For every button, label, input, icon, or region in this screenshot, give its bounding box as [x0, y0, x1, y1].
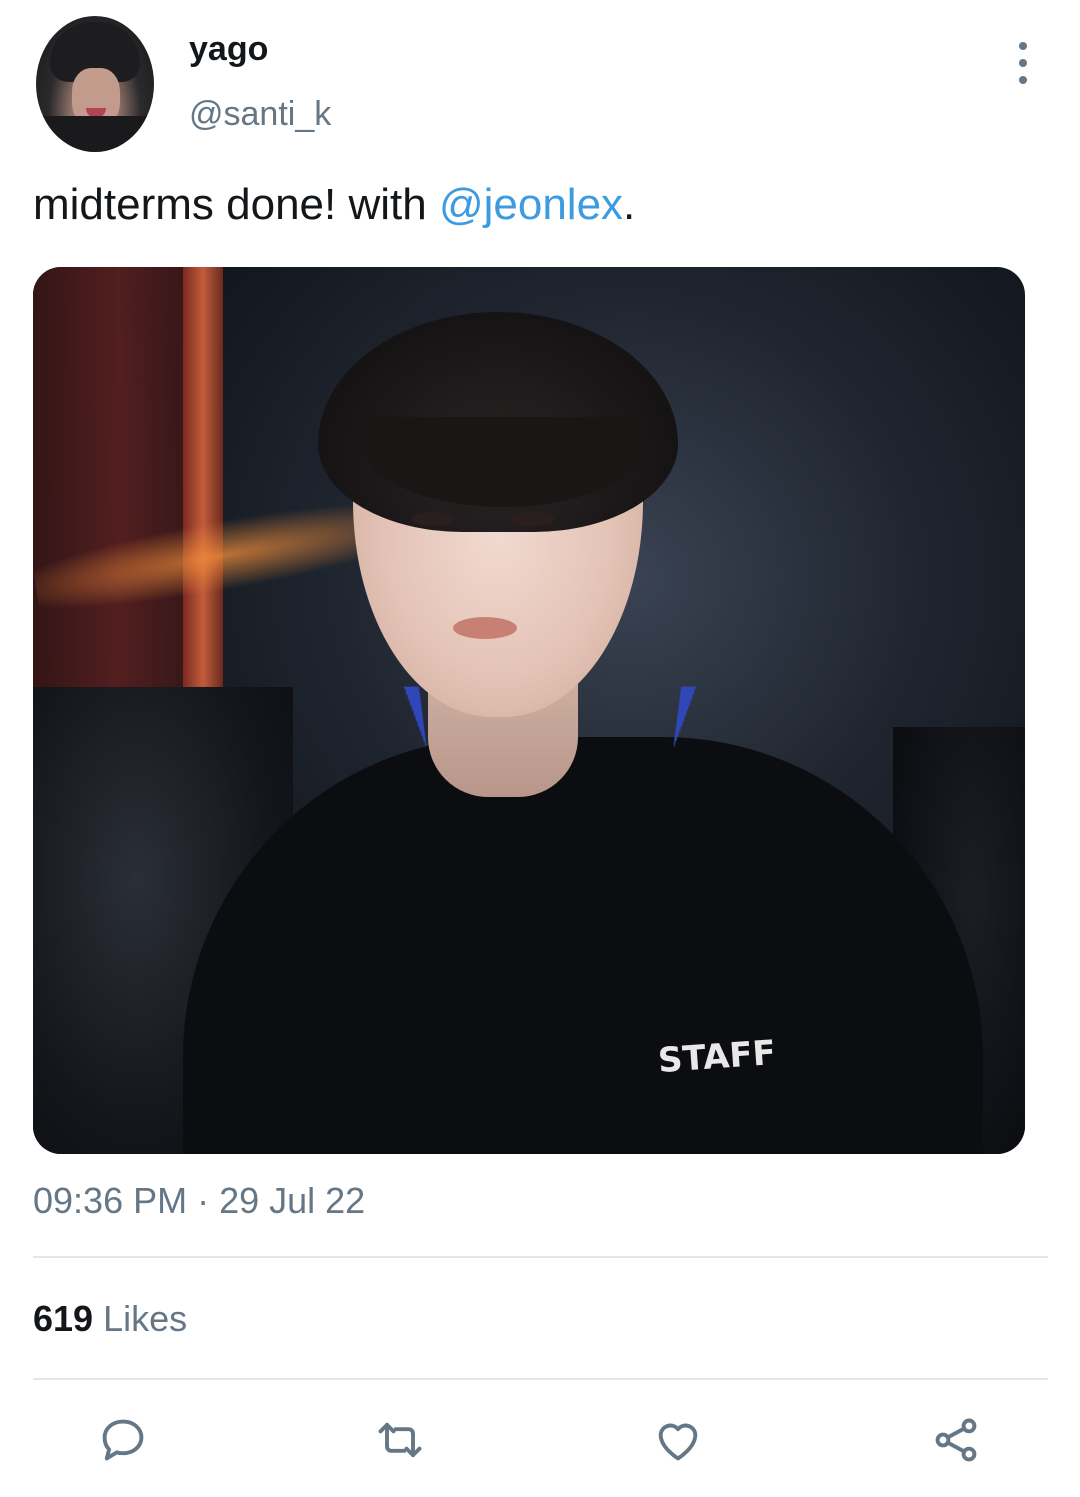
more-options-icon[interactable]: [1008, 42, 1038, 84]
avatar-sweater: [36, 116, 154, 152]
avatar[interactable]: [36, 16, 154, 152]
mention-link[interactable]: @jeonlex: [439, 180, 623, 229]
divider: [33, 1256, 1048, 1258]
divider: [33, 1378, 1048, 1380]
display-name[interactable]: yago: [189, 30, 268, 69]
comment-icon: [102, 1419, 144, 1461]
tweet-photo[interactable]: STAFF: [33, 267, 1025, 1154]
share-icon: [935, 1418, 977, 1462]
retweet-icon: [378, 1422, 422, 1458]
heart-icon: [658, 1423, 698, 1461]
more-dot: [1019, 76, 1027, 84]
likes-count: 619: [33, 1298, 94, 1339]
likes-summary[interactable]: 619 Likes: [33, 1298, 187, 1340]
photo-shirt-text: STAFF: [656, 1032, 778, 1082]
tweet-text: midterms done! with @jeonlex.: [33, 180, 635, 230]
more-dot: [1019, 59, 1027, 67]
more-dot: [1019, 42, 1027, 50]
user-handle[interactable]: @santi_k: [189, 95, 331, 134]
photo-eye-left: [411, 512, 455, 526]
tweet-text-suffix: .: [623, 180, 636, 229]
likes-label: Likes: [103, 1298, 188, 1339]
share-button[interactable]: [926, 1410, 986, 1470]
like-button[interactable]: [648, 1410, 708, 1470]
reply-button[interactable]: [93, 1410, 153, 1470]
photo-lips: [453, 617, 517, 639]
retweet-button[interactable]: [370, 1410, 430, 1470]
photo-eye-right: [511, 512, 555, 526]
tweet-text-prefix: midterms done! with: [33, 180, 439, 229]
tweet-timestamp[interactable]: 09:36 PM · 29 Jul 22: [33, 1180, 365, 1222]
